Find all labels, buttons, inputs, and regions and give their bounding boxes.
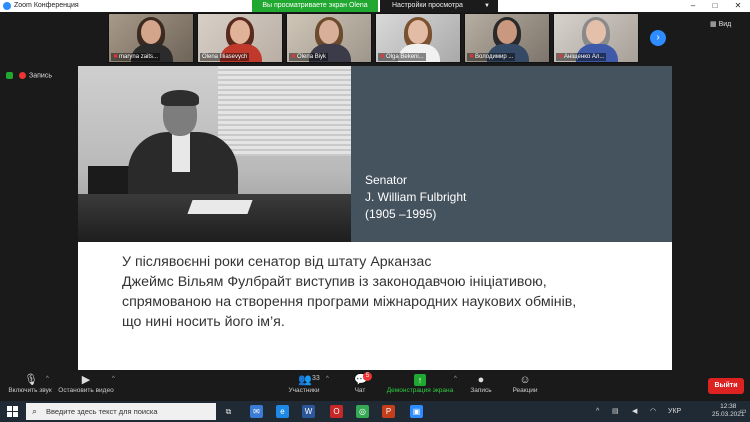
participant-name: Olena Biyk (297, 54, 327, 60)
video-options-chevron-icon[interactable]: ^ (112, 376, 115, 382)
meeting-status: Запись (6, 72, 52, 79)
stop-video-button[interactable]: ▶ Остановить видео (58, 372, 114, 394)
slide-body-text: У післявоєнні роки сенатор від штату Арк… (122, 252, 662, 332)
stop-video-label: Остановить видео (58, 387, 114, 394)
window-title: Zoom Конференция (14, 2, 79, 9)
caption-panel: Senator J. William Fulbright (1905 –1995… (351, 66, 672, 242)
title-bar: Zoom Конференция Вы просматриваете экран… (0, 0, 750, 21)
body-line: У післявоєнні роки сенатор від штату Арк… (122, 254, 432, 270)
participant-tile[interactable]: ✖Аніщенко Ал... (553, 13, 639, 63)
share-screen-icon: ↑ (414, 374, 426, 386)
participants-icon: 👥 (298, 374, 312, 386)
muted-mic-icon: ✖ (558, 54, 564, 60)
record-icon: ● (477, 374, 485, 386)
close-button[interactable]: ✕ (727, 0, 749, 12)
opera-icon[interactable]: O (330, 405, 343, 418)
muted-mic-icon: 🎙 (24, 374, 38, 386)
task-view-icon[interactable]: ⧉ (222, 405, 235, 418)
body-line: спрямованою на створення програми міжнар… (122, 294, 577, 310)
body-line: що нині носить його ім’я. (122, 314, 285, 330)
edge-browser-icon[interactable]: e (276, 405, 289, 418)
shared-screen-slide: Senator J. William Fulbright (1905 –1995… (78, 66, 672, 370)
participants-options-chevron-icon[interactable]: ^ (326, 376, 329, 382)
record-button[interactable]: ● Запись (466, 372, 496, 394)
chevron-right-icon: › (656, 32, 660, 43)
share-screen-button[interactable]: ↑ Демонстрация экрана (384, 372, 456, 394)
windows-taskbar: ⌕ ⧉ ✉ e W O ◎ P ▣ ^ ▤ ◀ ◠ УКР 12:38 25.0… (0, 401, 750, 422)
shield-icon[interactable] (6, 72, 13, 79)
chrome-icon[interactable]: ◎ (356, 405, 369, 418)
leave-button[interactable]: Выйти (708, 378, 744, 394)
participant-name: Olga Bekeni... (386, 54, 424, 60)
recording-icon (19, 72, 26, 79)
participant-tile[interactable]: Olena Illiasevych (197, 13, 283, 63)
zoom-taskbar-icon[interactable]: ▣ (410, 405, 423, 418)
network-icon[interactable]: ▤ (612, 401, 619, 422)
view-options-dropdown[interactable]: Настройки просмотра ▼ (380, 0, 498, 12)
screen-share-banner: Вы просматриваете экран Olena Illiasevyc… (252, 0, 378, 21)
participant-tile[interactable]: ✖Olena Biyk (286, 13, 372, 63)
view-toggle[interactable]: ▦ Вид (710, 20, 731, 28)
unmute-label: Включить звук (8, 387, 52, 394)
participant-tile[interactable]: ✖maryna zaits... (108, 13, 194, 63)
participant-tile[interactable]: ✖Olga Bekeni... (375, 13, 461, 63)
taskbar-search-input[interactable] (46, 405, 210, 417)
caption-line: (1905 –1995) (365, 207, 437, 221)
body-line: Джеймс Вільям Фулбрайт виступив із закон… (122, 274, 547, 290)
meeting-controls-bar: 🎙 Включить звук ^ ▶ Остановить видео ^ 👥… (0, 372, 750, 400)
record-label: Запись (470, 387, 492, 394)
mail-icon[interactable]: ✉ (250, 405, 263, 418)
chat-unread-badge: 5 (363, 372, 372, 381)
participant-name: Аніщенко Ал... (564, 54, 605, 60)
caption-line: Senator (365, 173, 408, 187)
chevron-down-icon: ▼ (484, 3, 490, 9)
view-options-label: Настройки просмотра (392, 2, 463, 9)
maximize-button[interactable]: □ (704, 0, 726, 12)
participants-count: 33 (312, 375, 320, 382)
recording-label: Запись (29, 72, 52, 80)
wifi-icon[interactable]: ◠ (650, 401, 656, 422)
participant-name: Olena Illiasevych (202, 54, 248, 60)
minimize-button[interactable]: – (682, 0, 704, 12)
view-label: Вид (718, 21, 732, 28)
share-options-chevron-icon[interactable]: ^ (454, 376, 457, 382)
participant-name: Володимир ... (475, 54, 514, 60)
participant-gallery: ✖maryna zaits... Olena Illiasevych ✖Olen… (108, 13, 648, 63)
photo-caption: Senator J. William Fulbright (1905 –1995… (365, 172, 466, 223)
reactions-label: Реакции (512, 387, 538, 394)
muted-mic-icon: ✖ (469, 54, 475, 60)
keyboard-language[interactable]: УКР (668, 401, 681, 422)
caption-line: J. William Fulbright (365, 190, 467, 204)
word-icon[interactable]: W (302, 405, 315, 418)
taskbar-search[interactable]: ⌕ (26, 403, 216, 420)
smiley-icon: ☺ (519, 374, 531, 386)
windows-start-icon[interactable] (7, 406, 18, 417)
participant-tile[interactable]: ✖Володимир ... (464, 13, 550, 63)
zoom-logo-icon (3, 2, 11, 10)
participants-label: Участники (288, 387, 320, 394)
notifications-icon[interactable]: ▭ (740, 401, 747, 422)
share-screen-label: Демонстрация экрана (386, 387, 454, 394)
chat-label: Чат (354, 387, 366, 394)
participant-name: maryna zaits... (119, 54, 159, 60)
search-icon: ⌕ (32, 406, 38, 416)
gallery-next-button[interactable]: › (650, 30, 666, 46)
muted-mic-icon: ✖ (291, 54, 297, 60)
powerpoint-icon[interactable]: P (382, 405, 395, 418)
muted-mic-icon: ✖ (380, 54, 386, 60)
tray-chevron-icon[interactable]: ^ (596, 401, 599, 422)
reactions-button[interactable]: ☺ Реакции (508, 372, 542, 394)
muted-mic-icon: ✖ (113, 54, 119, 60)
volume-icon[interactable]: ◀ (632, 401, 637, 422)
audio-options-chevron-icon[interactable]: ^ (46, 376, 49, 382)
senator-photo (78, 66, 351, 242)
video-camera-icon: ▶ (81, 374, 91, 386)
grid-icon: ▦ (710, 21, 717, 28)
